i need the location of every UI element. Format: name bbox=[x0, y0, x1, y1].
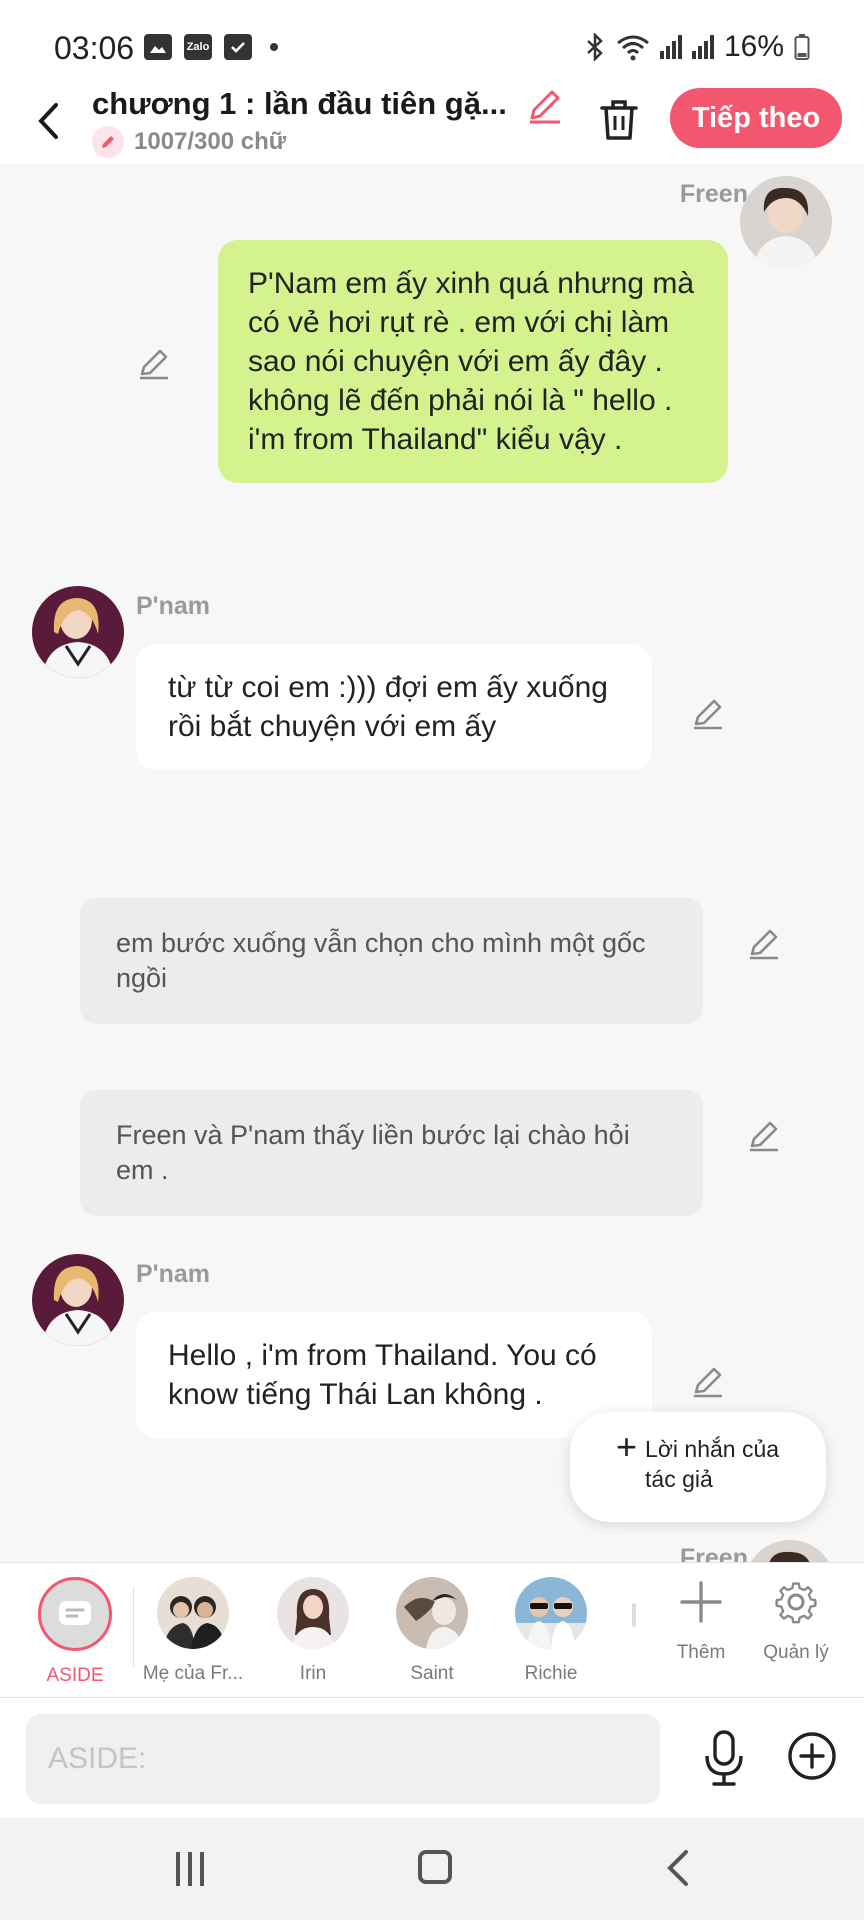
voice-button[interactable] bbox=[700, 1728, 748, 1788]
avatar bbox=[396, 1577, 468, 1649]
author-note-label: Lời nhắn của tác giả bbox=[645, 1436, 780, 1492]
aside-icon bbox=[38, 1577, 112, 1651]
word-count-text: 1007/300 chữ bbox=[134, 128, 287, 155]
message-bubble[interactable]: Hello , i'm from Thailand. You có know t… bbox=[136, 1312, 652, 1438]
avatar-pnam[interactable] bbox=[32, 1254, 124, 1346]
narration-bubble[interactable]: Freen và P'nam thấy liền bước lại chào h… bbox=[80, 1090, 703, 1216]
check-notification-icon bbox=[224, 34, 252, 60]
edit-message-button[interactable] bbox=[136, 346, 172, 382]
gallery-notification-icon bbox=[144, 34, 172, 60]
signal-icon-2 bbox=[691, 35, 714, 59]
avatar-freen[interactable] bbox=[740, 176, 832, 268]
edit-message-button[interactable] bbox=[746, 1118, 782, 1154]
manage-label: Quản lý bbox=[763, 1642, 829, 1663]
plus-circle-icon bbox=[788, 1732, 836, 1780]
system-back-button[interactable] bbox=[664, 1848, 692, 1888]
bluetooth-icon bbox=[587, 33, 603, 61]
pencil-icon bbox=[694, 1367, 722, 1398]
edit-message-button[interactable] bbox=[746, 926, 782, 962]
signal-icon-1 bbox=[659, 35, 682, 59]
pencil-icon bbox=[750, 1121, 778, 1152]
narration-bubble[interactable]: em bước xuống vẫn chọn cho mình một gốc … bbox=[80, 898, 703, 1024]
divider bbox=[133, 1587, 134, 1667]
microphone-icon bbox=[705, 1730, 743, 1786]
edit-title-button[interactable] bbox=[524, 86, 564, 126]
back-button[interactable] bbox=[28, 96, 68, 146]
author-note-button[interactable]: + Lời nhắn của tác giả bbox=[570, 1412, 826, 1522]
status-time: 03:06 bbox=[54, 30, 135, 66]
plus-icon: + bbox=[616, 1426, 638, 1467]
chevron-left-icon bbox=[667, 1850, 688, 1886]
pencil-icon bbox=[140, 349, 168, 380]
pencil-icon bbox=[750, 929, 778, 960]
avatar bbox=[157, 1577, 229, 1649]
gear-icon bbox=[775, 1582, 817, 1624]
attach-button[interactable] bbox=[786, 1730, 838, 1782]
character-richie[interactable]: Richie bbox=[496, 1577, 606, 1685]
chapter-header: chương 1 : lần đầu tiên gặ... 1007/300 c… bbox=[0, 86, 864, 164]
character-saint[interactable]: Saint bbox=[377, 1577, 487, 1685]
pencil-icon bbox=[694, 699, 722, 730]
message-input[interactable] bbox=[26, 1714, 660, 1804]
trash-icon bbox=[600, 100, 638, 140]
word-count-pencil-icon bbox=[92, 126, 124, 158]
sender-name: P'nam bbox=[136, 1260, 211, 1288]
character-bar: ASIDE Mẹ của Fr... Irin Saint Richie Thê… bbox=[0, 1562, 864, 1698]
input-bar bbox=[0, 1698, 864, 1818]
avatar-freen[interactable] bbox=[744, 1540, 836, 1564]
avatar bbox=[515, 1577, 587, 1649]
delete-button[interactable] bbox=[596, 94, 642, 144]
notification-icons: Zalo bbox=[144, 34, 278, 60]
system-status: 16% bbox=[584, 30, 810, 64]
home-button[interactable] bbox=[418, 1850, 452, 1884]
character-label: Saint bbox=[410, 1663, 454, 1684]
manage-button[interactable]: Quản lý bbox=[746, 1579, 846, 1664]
plus-icon bbox=[680, 1581, 722, 1623]
status-bar: 03:06 Zalo 16% bbox=[0, 0, 864, 86]
recent-apps-button[interactable] bbox=[176, 1852, 212, 1886]
battery-percent: 16% bbox=[723, 30, 784, 63]
battery-icon bbox=[794, 34, 810, 60]
character-label: Richie bbox=[524, 1663, 578, 1684]
sender-name: P'nam bbox=[136, 592, 211, 620]
chevron-left-icon bbox=[38, 103, 58, 139]
message-bubble[interactable]: từ từ coi em :))) đợi em ấy xuống rồi bắ… bbox=[136, 644, 652, 770]
sender-name: Freen bbox=[679, 180, 748, 208]
chat-area[interactable]: Freen P'Nam em ấy xinh quá nhưng mà có v… bbox=[0, 164, 864, 1564]
character-label: Irin bbox=[299, 1663, 327, 1684]
character-me-cua-freen[interactable]: Mẹ của Fr... bbox=[138, 1577, 248, 1685]
message-bubble[interactable]: P'Nam em ấy xinh quá nhưng mà có vẻ hơi … bbox=[218, 240, 728, 483]
character-label: Mẹ của Fr... bbox=[142, 1663, 244, 1684]
edit-message-button[interactable] bbox=[690, 1364, 726, 1400]
character-irin[interactable]: Irin bbox=[258, 1577, 368, 1685]
add-character-button[interactable]: Thêm bbox=[651, 1579, 751, 1664]
zalo-notification-icon: Zalo bbox=[184, 34, 212, 60]
character-aside[interactable]: ASIDE bbox=[20, 1577, 130, 1687]
character-label: ASIDE bbox=[46, 1665, 104, 1686]
pencil-icon bbox=[530, 90, 560, 124]
more-notifications-dot bbox=[270, 43, 278, 51]
avatar bbox=[277, 1577, 349, 1649]
sender-name: Freen bbox=[679, 1544, 748, 1564]
system-nav-bar bbox=[0, 1818, 864, 1920]
scroll-edge-hint bbox=[632, 1603, 636, 1627]
word-count: 1007/300 chữ bbox=[92, 126, 286, 158]
wifi-icon bbox=[617, 35, 649, 61]
avatar-pnam[interactable] bbox=[32, 586, 124, 678]
edit-message-button[interactable] bbox=[690, 696, 726, 732]
next-button[interactable]: Tiếp theo bbox=[670, 88, 842, 148]
chapter-title[interactable]: chương 1 : lần đầu tiên gặ... bbox=[92, 86, 512, 122]
add-label: Thêm bbox=[676, 1642, 726, 1663]
